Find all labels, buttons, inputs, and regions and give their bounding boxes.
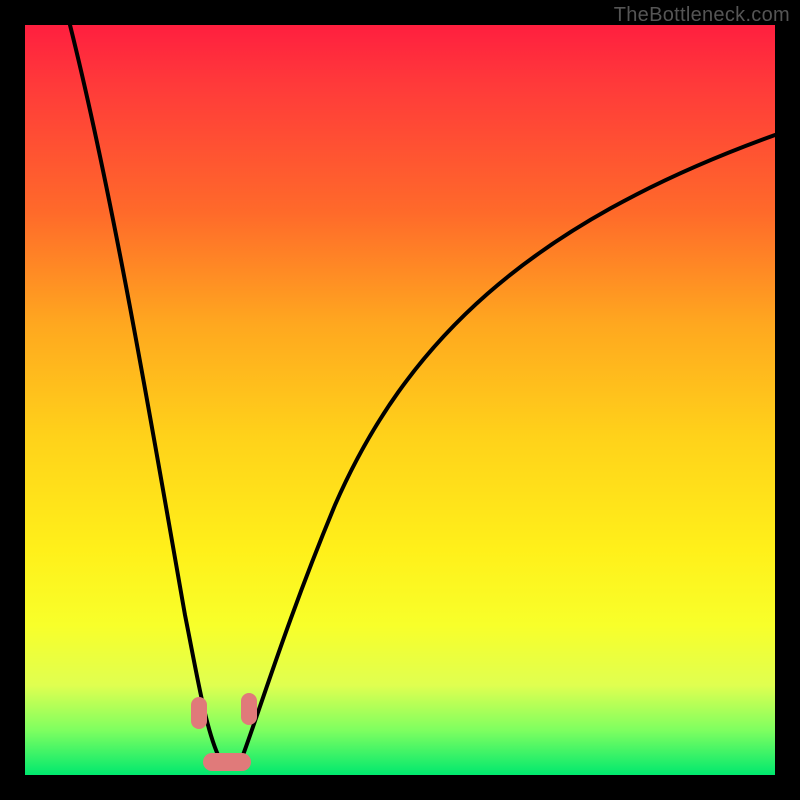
watermark-text: TheBottleneck.com xyxy=(614,4,790,27)
bottleneck-curve xyxy=(25,25,775,775)
marker-bottom xyxy=(203,753,251,771)
curve-left-arm xyxy=(70,25,218,755)
chart-plot-area xyxy=(25,25,775,775)
curve-right-arm xyxy=(240,135,775,763)
marker-right xyxy=(241,693,257,725)
marker-left xyxy=(191,697,207,729)
